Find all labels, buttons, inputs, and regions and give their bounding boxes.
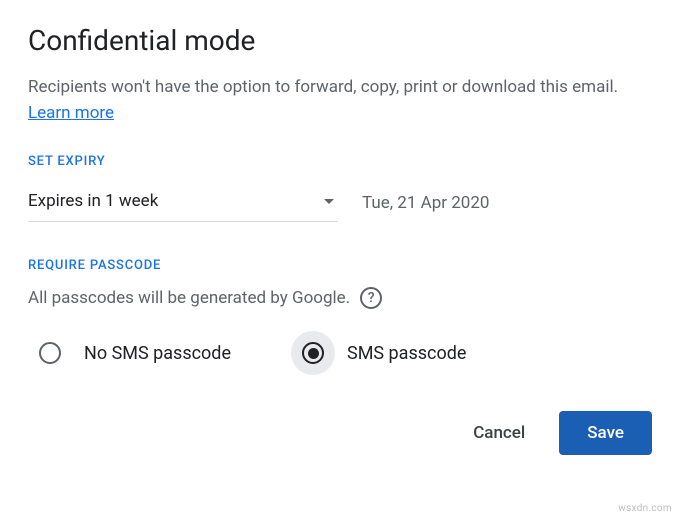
radio-button-icon: [291, 331, 335, 375]
radio-sms-passcode[interactable]: SMS passcode: [291, 331, 466, 375]
radio-circle-unselected: [39, 342, 61, 364]
expiry-date: Tue, 21 Apr 2020: [362, 193, 489, 213]
radio-label: SMS passcode: [347, 343, 466, 364]
passcode-description-row: All passcodes will be generated by Googl…: [28, 287, 652, 309]
passcode-radio-group: No SMS passcode SMS passcode: [28, 331, 652, 375]
watermark: wsxdn.com: [618, 503, 672, 514]
radio-no-sms-passcode[interactable]: No SMS passcode: [28, 331, 231, 375]
save-button[interactable]: Save: [559, 411, 652, 455]
dialog-title: Confidential mode: [28, 24, 652, 57]
dialog-description: Recipients won't have the option to forw…: [28, 75, 652, 126]
radio-label: No SMS passcode: [84, 343, 231, 364]
set-expiry-label: SET EXPIRY: [28, 154, 652, 169]
require-passcode-label: REQUIRE PASSCODE: [28, 258, 652, 273]
dialog-button-row: Cancel Save: [28, 411, 652, 455]
learn-more-link[interactable]: Learn more: [28, 103, 114, 123]
expiry-row: Expires in 1 week Tue, 21 Apr 2020: [28, 183, 652, 222]
radio-button-icon: [28, 331, 72, 375]
expiry-selected-value: Expires in 1 week: [28, 191, 158, 211]
passcode-description: All passcodes will be generated by Googl…: [28, 288, 350, 308]
help-icon[interactable]: ?: [360, 287, 382, 309]
cancel-button[interactable]: Cancel: [455, 413, 543, 453]
chevron-down-icon: [324, 199, 334, 204]
radio-dot-icon: [308, 348, 319, 359]
expiry-dropdown[interactable]: Expires in 1 week: [28, 183, 338, 222]
radio-circle-selected: [302, 342, 324, 364]
description-text: Recipients won't have the option to forw…: [28, 77, 618, 97]
